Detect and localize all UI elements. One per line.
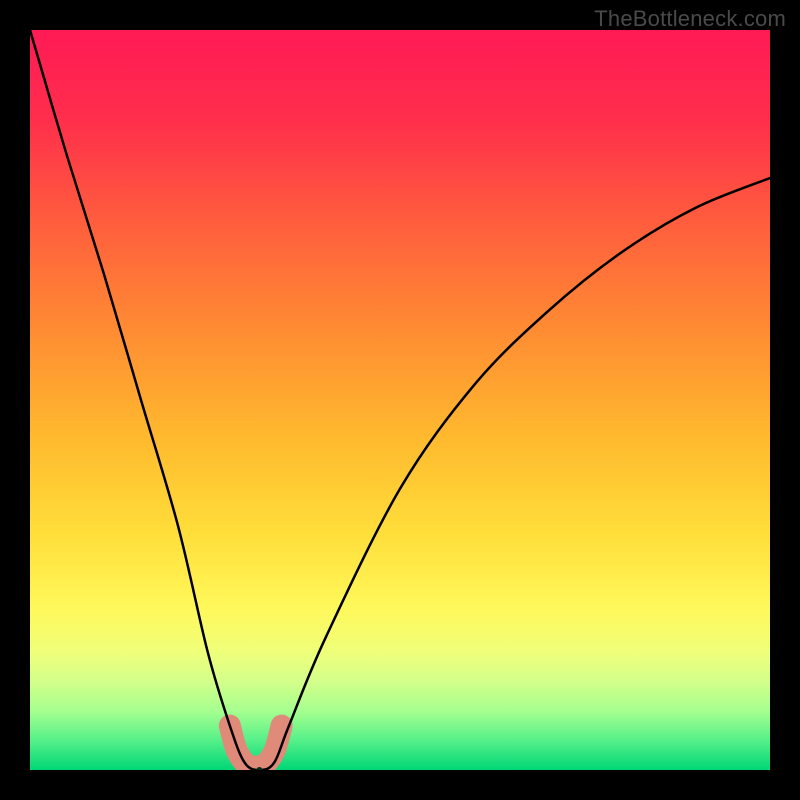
- chart-root: TheBottleneck.com: [0, 0, 800, 800]
- plot-svg: [30, 30, 770, 770]
- watermark-text: TheBottleneck.com: [594, 6, 786, 32]
- plot-area: [30, 30, 770, 770]
